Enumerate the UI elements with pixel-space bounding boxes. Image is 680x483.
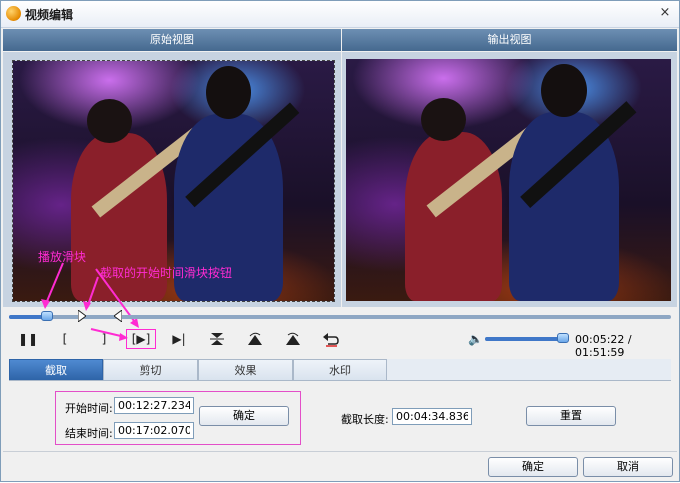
video-edit-window: 视频编辑 × 原始视图 输出视图 播放滑块 截取的开始时间滑块按钮 ❚❚ []…: [0, 0, 680, 482]
volume-thumb[interactable]: [556, 333, 569, 343]
output-view-header: 输出视图: [342, 29, 677, 51]
arrowhead-range: [130, 318, 139, 328]
title-bar[interactable]: 视频编辑 ×: [1, 1, 679, 28]
volume-level: [485, 337, 563, 341]
concert-video-image: [346, 59, 671, 301]
edit-tabs: 截取 剪切 效果 水印: [9, 359, 671, 381]
performer-right-head: [205, 65, 251, 119]
play-range-button[interactable]: [▶]: [131, 330, 151, 348]
pause-button[interactable]: ❚❚: [18, 330, 38, 348]
app-logo-icon: [6, 6, 21, 21]
tab-effects[interactable]: 效果: [198, 359, 293, 380]
footer-divider: [3, 451, 677, 452]
play-slider-thumb[interactable]: [40, 311, 53, 321]
tab-watermark[interactable]: 水印: [293, 359, 387, 380]
next-frame-button[interactable]: ▶|: [169, 330, 189, 348]
undo-icon[interactable]: [321, 330, 341, 348]
ok-button[interactable]: 确定: [488, 457, 578, 477]
trim-length-label: 截取长度:: [341, 413, 389, 426]
window-title: 视频编辑: [25, 8, 74, 22]
set-start-button[interactable]: [: [55, 330, 75, 348]
output-view-pane: [342, 52, 677, 307]
play-slider-annotation: 播放滑块: [38, 250, 87, 264]
reset-button[interactable]: 重置: [526, 406, 616, 426]
tab-cut[interactable]: 剪切: [103, 359, 198, 380]
timeline-track[interactable]: [9, 310, 671, 322]
start-time-field[interactable]: [114, 397, 194, 414]
time-readout: 00:05:22 / 01:51:59: [575, 333, 632, 359]
rotate-left-icon[interactable]: [245, 330, 265, 348]
trim-length-field[interactable]: [392, 408, 472, 425]
output-video-frame: [346, 59, 671, 301]
end-marker-handle[interactable]: [113, 310, 122, 322]
end-time-label: 结束时间:: [65, 427, 113, 440]
close-button[interactable]: ×: [657, 5, 673, 21]
set-end-button[interactable]: ]: [94, 330, 114, 348]
end-time-field[interactable]: [114, 422, 194, 439]
cancel-button[interactable]: 取消: [583, 457, 673, 477]
performer-right-head: [541, 63, 587, 118]
start-time-label: 开始时间:: [65, 402, 113, 415]
performer-left-head: [86, 99, 132, 143]
start-marker-handle[interactable]: [77, 310, 86, 322]
volume-slider[interactable]: [485, 333, 569, 343]
tab-trim[interactable]: 截取: [9, 359, 103, 380]
flip-vertical-icon[interactable]: [207, 330, 227, 348]
speaker-icon[interactable]: 🔈: [468, 332, 483, 346]
confirm-trim-button[interactable]: 确定: [199, 406, 289, 426]
start-slider-annotation: 截取的开始时间滑块按钮: [100, 266, 233, 280]
rotate-right-icon[interactable]: [283, 330, 303, 348]
original-view-header: 原始视图: [3, 29, 341, 51]
